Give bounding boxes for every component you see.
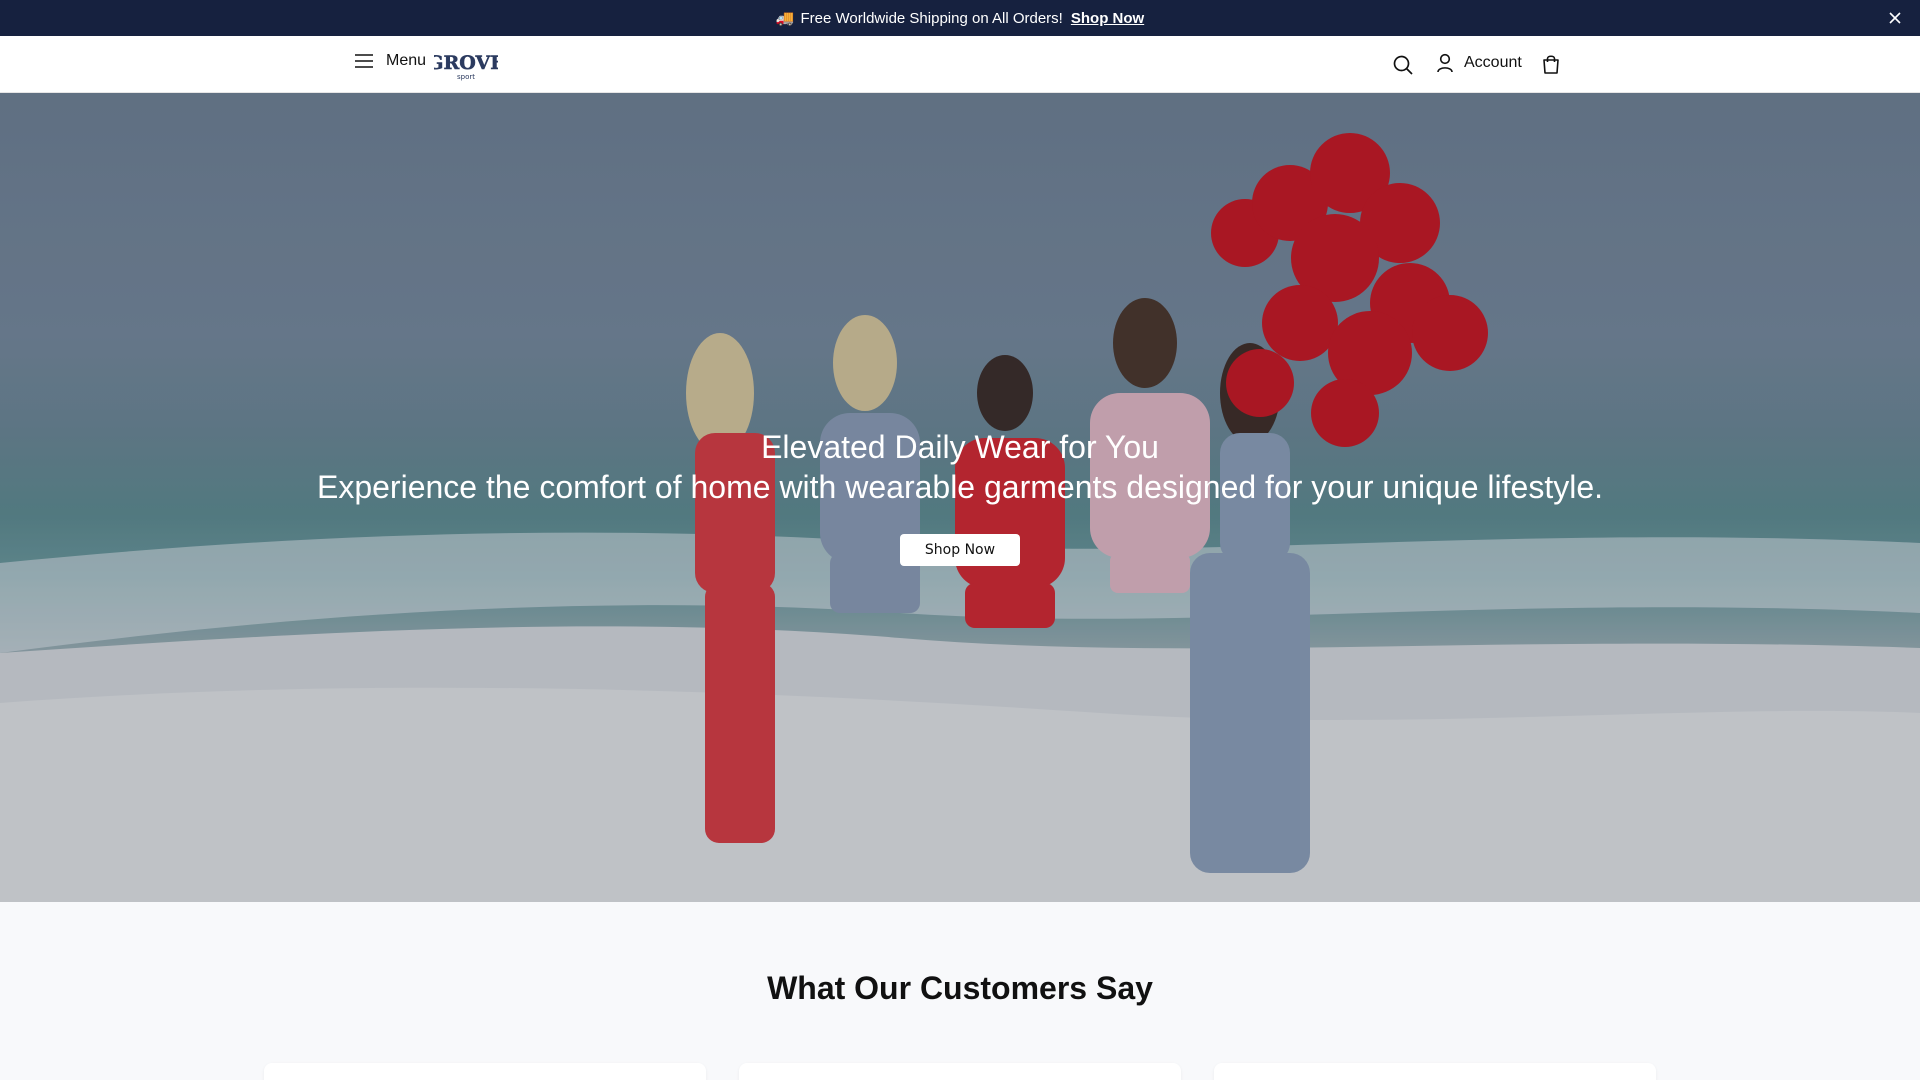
site-header: Menu GROVE sport Account: [0, 36, 1920, 93]
testimonial-card: [264, 1063, 706, 1080]
shopping-bag-icon[interactable]: [1540, 53, 1562, 75]
close-icon[interactable]: [1886, 9, 1904, 27]
logo-text: GROVE: [434, 52, 498, 74]
account-label: Account: [1464, 54, 1522, 71]
announcement-text: Free Worldwide Shipping on All Orders!: [800, 9, 1063, 27]
testimonial-card: [739, 1063, 1181, 1080]
testimonials-title: What Our Customers Say: [767, 970, 1153, 1006]
hero-subtitle: Experience the comfort of home with wear…: [316, 469, 1603, 505]
announcement-bar: 🚚 Free Worldwide Shipping on All Orders!…: [0, 0, 1920, 36]
hero-title: Elevated Daily Wear for You: [761, 429, 1159, 465]
menu-button[interactable]: Menu: [354, 52, 426, 70]
hero-shop-now-button[interactable]: Shop Now: [900, 534, 1020, 566]
logo-subtext: sport: [457, 73, 475, 81]
announcement-shop-now-link[interactable]: Shop Now: [1071, 10, 1144, 27]
search-icon[interactable]: [1392, 54, 1414, 76]
user-icon: [1437, 53, 1453, 73]
hamburger-icon: [355, 54, 373, 68]
account-button[interactable]: Account: [1436, 53, 1522, 73]
grove-logo[interactable]: GROVE sport: [434, 49, 498, 81]
menu-label: Menu: [386, 52, 427, 69]
truck-icon: 🚚: [775, 10, 795, 27]
testimonial-card: [1214, 1063, 1656, 1080]
hero-banner: Elevated Daily Wear for You Experience t…: [0, 93, 1920, 902]
